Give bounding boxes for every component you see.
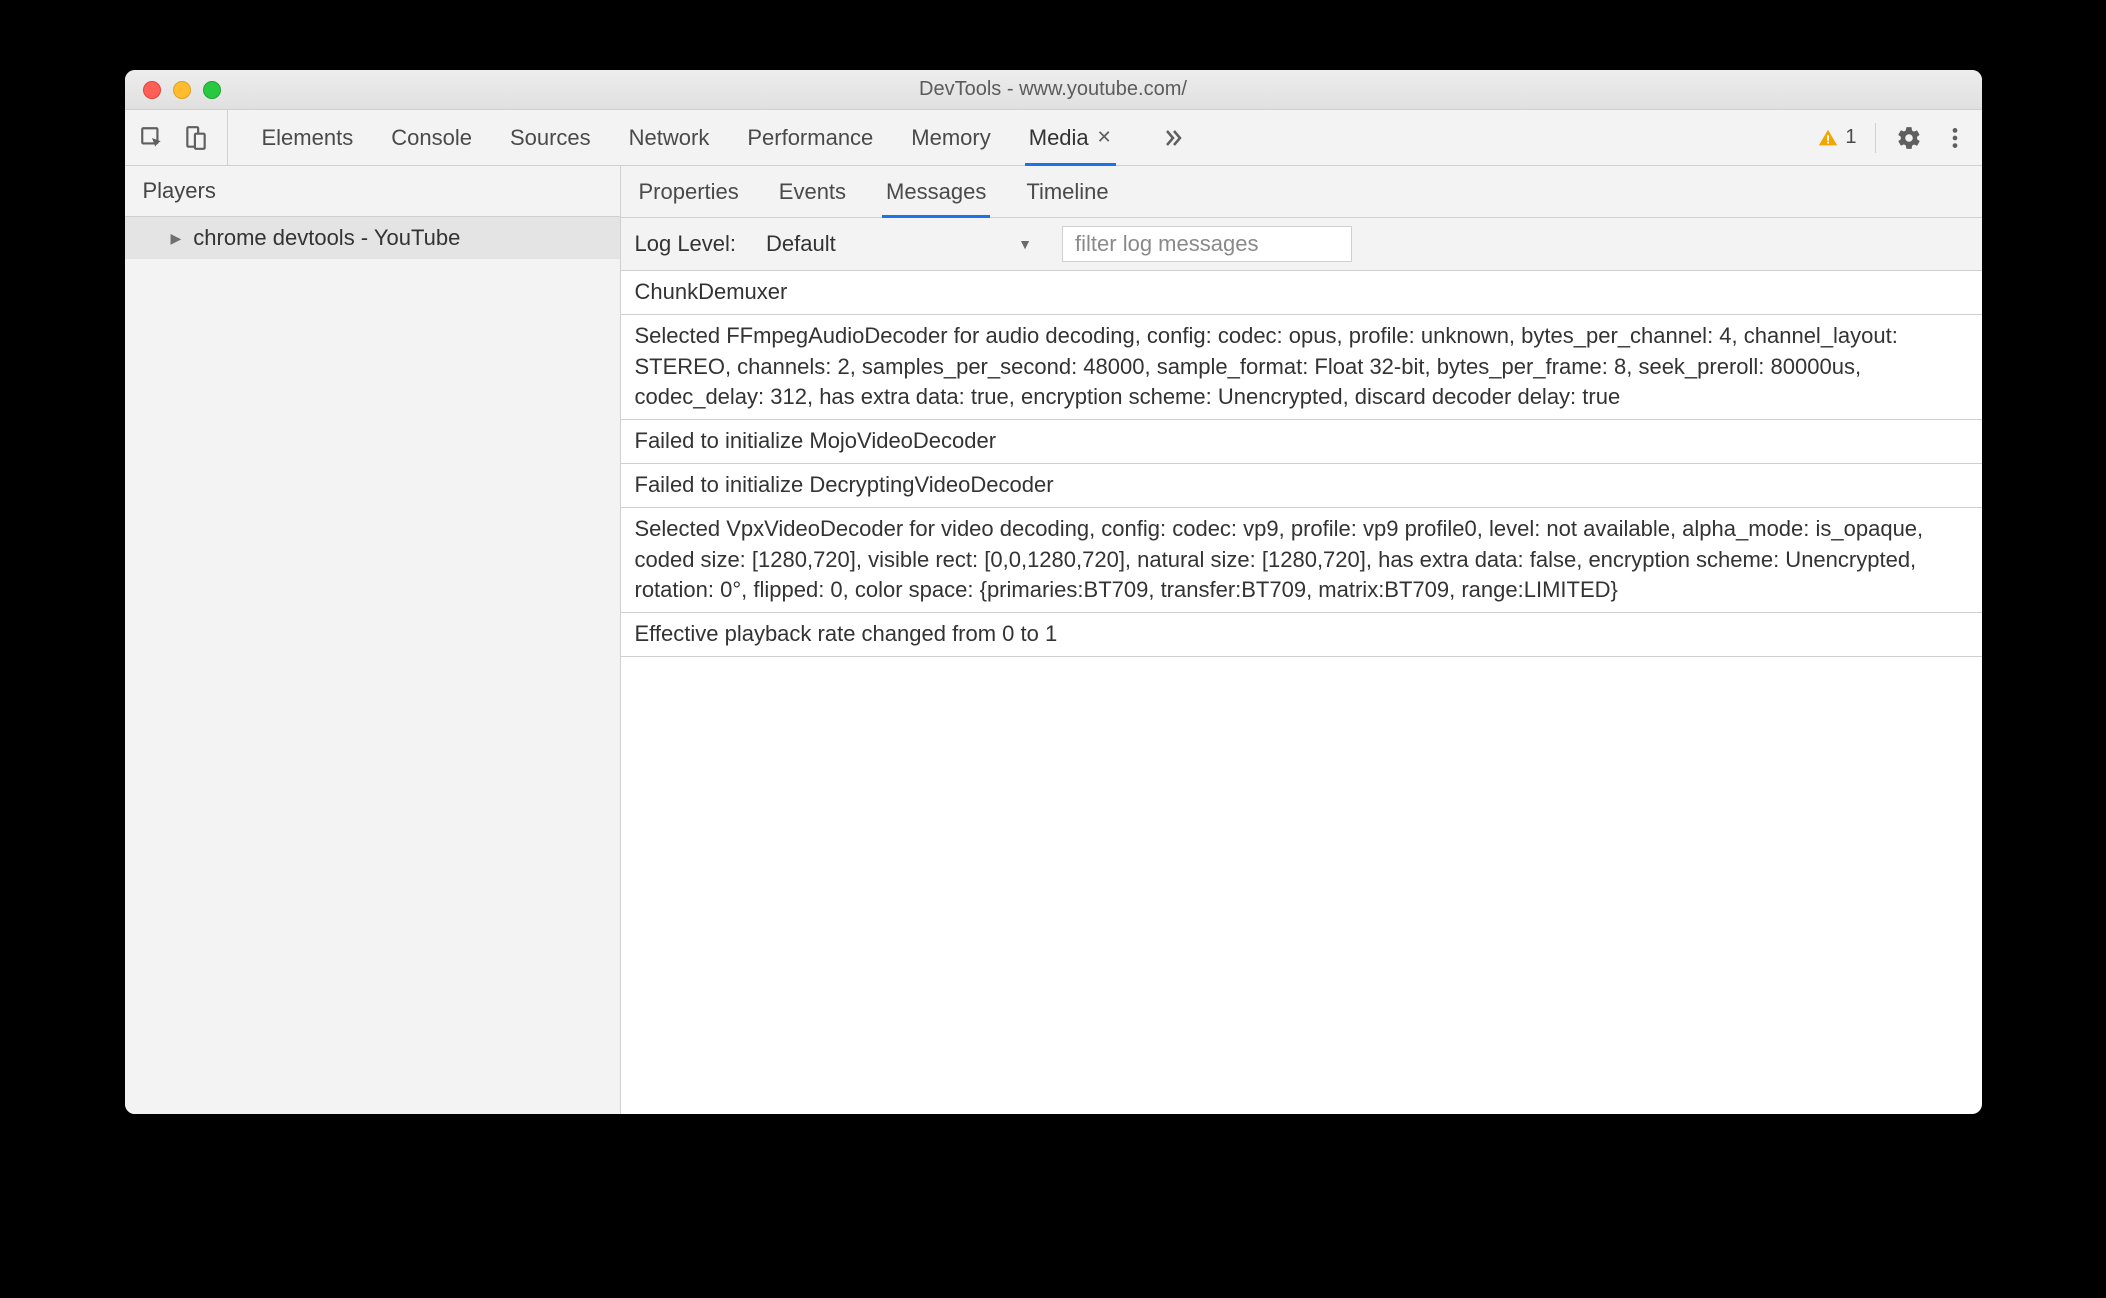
zoom-window-button[interactable] [203,81,221,99]
warning-icon [1817,127,1839,149]
tab-media[interactable]: Media ✕ [1029,110,1112,165]
dropdown-triangle-icon: ▼ [1018,236,1032,252]
main-toolbar: Elements Console Sources Network Perform… [125,110,1982,166]
log-message[interactable]: Effective playback rate changed from 0 t… [621,613,1982,657]
sidebar-header: Players [125,166,620,217]
main-panel: Properties Events Messages Timeline Log … [621,166,1982,1114]
subtab-events[interactable]: Events [779,166,846,217]
close-tab-icon[interactable]: ✕ [1097,127,1112,148]
toolbar-right: 1 [1817,123,1967,153]
subtab-messages[interactable]: Messages [886,166,986,217]
devtools-window: DevTools - www.youtube.com/ Elements Con… [125,70,1982,1114]
tab-console[interactable]: Console [391,110,472,165]
toolbar-left-icons [139,110,228,165]
warnings-indicator[interactable]: 1 [1817,123,1875,153]
body: Players ▶ chrome devtools - YouTube Prop… [125,166,1982,1114]
sidebar: Players ▶ chrome devtools - YouTube [125,166,621,1114]
close-window-button[interactable] [143,81,161,99]
kebab-menu-icon[interactable] [1942,125,1968,151]
sidebar-item-player[interactable]: ▶ chrome devtools - YouTube [125,217,620,259]
tab-performance[interactable]: Performance [747,110,873,165]
log-level-label: Log Level: [635,231,737,257]
sidebar-item-label: chrome devtools - YouTube [193,225,460,251]
log-message[interactable]: Failed to initialize DecryptingVideoDeco… [621,464,1982,508]
panel-tabs: Elements Console Sources Network Perform… [238,110,1184,165]
subtab-properties[interactable]: Properties [639,166,739,217]
device-toolbar-icon[interactable] [183,125,209,151]
minimize-window-button[interactable] [173,81,191,99]
tab-elements[interactable]: Elements [262,110,354,165]
window-title: DevTools - www.youtube.com/ [919,78,1187,101]
filter-bar: Log Level: Default ▼ [621,218,1982,271]
tab-network[interactable]: Network [629,110,710,165]
log-level-value: Default [766,231,836,257]
titlebar: DevTools - www.youtube.com/ [125,70,1982,110]
traffic-lights [125,81,221,99]
messages-list: ChunkDemuxer Selected FFmpegAudioDecoder… [621,271,1982,1114]
log-message[interactable]: Selected VpxVideoDecoder for video decod… [621,508,1982,613]
inspect-element-icon[interactable] [139,125,165,151]
subtabs: Properties Events Messages Timeline [621,166,1982,218]
warning-count: 1 [1845,126,1856,149]
log-level-select[interactable]: Default ▼ [754,226,1044,262]
filter-input[interactable] [1062,226,1352,262]
tab-sources[interactable]: Sources [510,110,591,165]
log-message[interactable]: Selected FFmpegAudioDecoder for audio de… [621,315,1982,420]
settings-icon[interactable] [1896,125,1922,151]
disclosure-triangle-icon: ▶ [171,230,182,247]
tab-media-label: Media [1029,125,1089,151]
more-tabs-button[interactable] [1150,126,1184,150]
subtab-timeline[interactable]: Timeline [1026,166,1108,217]
log-message[interactable]: ChunkDemuxer [621,271,1982,315]
tab-memory[interactable]: Memory [911,110,990,165]
log-message[interactable]: Failed to initialize MojoVideoDecoder [621,420,1982,464]
